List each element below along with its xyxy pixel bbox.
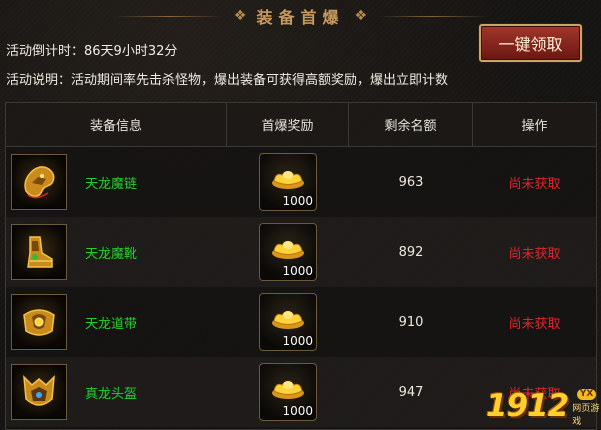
- status-label: 尚未获取: [508, 316, 561, 332]
- gold-ingot-icon: [272, 171, 304, 189]
- page-title: 装备首爆: [256, 8, 345, 27]
- gold-ingot-icon: [272, 311, 304, 329]
- dragon-boots-icon[interactable]: [11, 224, 67, 280]
- status-label: 尚未获取: [508, 246, 561, 262]
- gold-ingot-icon: [272, 381, 304, 399]
- status-label: 尚未获取: [508, 176, 561, 192]
- dragon-belt-icon[interactable]: [11, 294, 67, 350]
- column-header-action: 操作: [521, 119, 548, 134]
- column-header-equipment: 装备信息: [6, 103, 227, 146]
- item-name: 天龙魔靴: [85, 246, 138, 262]
- watermark-badge: YX: [576, 389, 597, 400]
- equipment-table: 装备信息 首爆奖励 剩余名额 操作 天龙魔链 1000 963 尚未获取 天龙魔…: [5, 102, 597, 430]
- reward-slot[interactable]: 1000: [259, 153, 317, 211]
- description-text: 活动说明：活动期间率先击杀怪物，爆出装备可获得高额奖励，爆出立即计数: [6, 73, 449, 88]
- site-watermark-logo: 1912 YX 网页游戏: [486, 382, 601, 430]
- claim-all-button[interactable]: 一键领取: [479, 24, 582, 62]
- dragon-necklace-icon[interactable]: [11, 154, 67, 210]
- countdown-text: 活动倒计时：86天9小时32分: [6, 44, 178, 59]
- reward-count: 1000: [282, 334, 313, 348]
- watermark-side: YX 网页游戏: [572, 389, 601, 427]
- remaining-count: 963: [398, 174, 424, 190]
- watermark-subtitle: 网页游戏: [572, 404, 600, 427]
- reward-slot[interactable]: 1000: [259, 223, 317, 281]
- item-name: 天龙魔链: [85, 176, 138, 192]
- table-row: 天龙道带 1000 910 尚未获取: [6, 287, 596, 357]
- reward-count: 1000: [282, 264, 313, 278]
- reward-count: 1000: [282, 404, 313, 418]
- ornament-right-icon: ❖: [354, 8, 368, 24]
- table-row: 天龙魔链 1000 963 尚未获取: [6, 147, 596, 217]
- remaining-count: 910: [398, 314, 424, 330]
- dragon-helmet-icon[interactable]: [11, 364, 67, 420]
- remaining-count: 892: [398, 244, 424, 260]
- item-name: 真龙头盔: [85, 386, 138, 402]
- table-row: 天龙魔靴 1000 892 尚未获取: [6, 217, 596, 287]
- gold-ingot-icon: [272, 241, 304, 259]
- table-header: 装备信息 首爆奖励 剩余名额 操作: [6, 103, 596, 147]
- remaining-count: 947: [398, 384, 424, 400]
- reward-count: 1000: [282, 194, 313, 208]
- ornament-left-icon: ❖: [233, 8, 247, 24]
- title-divider-right: [377, 15, 488, 17]
- watermark-number: 1912: [486, 388, 569, 424]
- column-header-reward: 首爆奖励: [227, 103, 349, 146]
- reward-slot[interactable]: 1000: [259, 363, 317, 421]
- item-name: 天龙道带: [85, 316, 138, 332]
- column-header-remaining: 剩余名额: [349, 103, 473, 146]
- reward-slot[interactable]: 1000: [259, 293, 317, 351]
- title-divider-left: [113, 15, 224, 17]
